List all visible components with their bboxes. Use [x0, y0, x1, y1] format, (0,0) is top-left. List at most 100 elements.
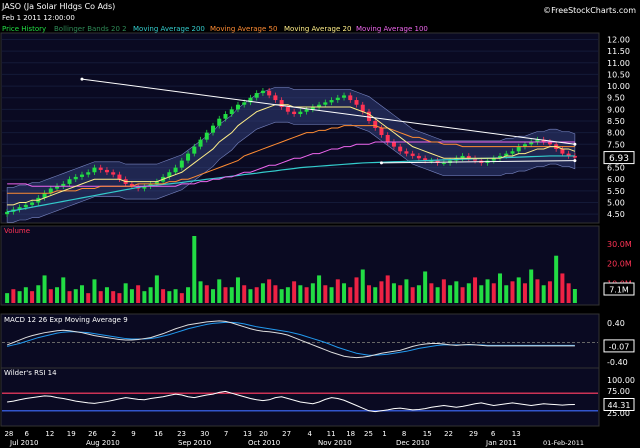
candle-body: [104, 169, 109, 173]
volume-bar: [36, 285, 41, 303]
volume-bar: [267, 279, 272, 303]
volume-bar: [323, 285, 328, 303]
month-label: Jul 2010: [9, 439, 39, 447]
indicator-legend: Price History Bollinger Bands 20 2 Moving …: [2, 25, 428, 33]
x-tick-label: 23: [177, 430, 186, 438]
month-label: Sep 2010: [178, 439, 211, 447]
candle-body: [379, 128, 384, 135]
candle-body: [229, 109, 234, 115]
candle-body: [73, 176, 78, 180]
price-tick-label: 10.50: [607, 70, 630, 79]
volume-bar: [223, 287, 228, 303]
volume-bar: [55, 287, 60, 303]
candle-body: [329, 100, 334, 103]
x-tick-label: 11: [327, 430, 336, 438]
volume-bar: [354, 277, 359, 303]
month-label: Aug 2010: [86, 439, 120, 447]
chart-datetime: Feb 1 2011 12:00:00: [2, 14, 75, 22]
volume-bar: [547, 281, 552, 303]
month-label: Nov 2010: [318, 439, 352, 447]
legend-item: Bollinger Bands 20 2: [54, 25, 127, 33]
candle-body: [510, 151, 515, 154]
last-volume-label: 7.1M: [609, 286, 629, 295]
x-tick-label: 25: [364, 430, 373, 438]
price-tick-label: 10.00: [607, 82, 630, 91]
candle-body: [86, 172, 91, 175]
x-tick-label: 1: [382, 430, 386, 438]
volume-bar: [11, 289, 16, 303]
x-tick-label: 4: [307, 430, 312, 438]
candle-body: [235, 104, 240, 110]
candle-body: [373, 121, 378, 128]
volume-bar: [254, 287, 259, 303]
candle-body: [23, 204, 28, 208]
price-tick-label: 9.00: [607, 105, 625, 114]
x-tick-label: 26: [88, 430, 97, 438]
candle-body: [304, 109, 309, 112]
rsi-panel: [0, 367, 600, 427]
volume-bar: [198, 281, 203, 303]
x-tick-label: 27: [282, 430, 291, 438]
volume-bar: [410, 287, 415, 303]
candle-body: [179, 160, 184, 168]
volume-bar: [5, 293, 10, 303]
price-tick-label: 12.00: [607, 35, 630, 44]
trendline-point: [573, 142, 577, 146]
volume-bar: [460, 287, 465, 303]
x-tick-label: 15: [423, 430, 432, 438]
x-tick-label: 30: [200, 430, 209, 438]
volume-bar: [30, 291, 35, 303]
volume-bar: [192, 236, 197, 303]
candle-body: [348, 95, 353, 101]
end-date-label: 01-Feb-2011: [543, 439, 584, 447]
volume-bar: [348, 287, 353, 303]
volume-bar: [154, 275, 159, 303]
month-label: Dec 2010: [396, 439, 430, 447]
candle-body: [560, 148, 565, 154]
x-tick-label: 16: [154, 430, 163, 438]
rsi-tick-label: 100.00: [607, 376, 635, 385]
volume-bar: [541, 285, 546, 303]
volume-bar: [522, 283, 527, 303]
x-tick-label: 20: [259, 430, 268, 438]
price-tick-label: 6.50: [607, 164, 625, 173]
volume-bar: [186, 287, 191, 303]
volume-bar: [466, 283, 471, 303]
price-tick-label: 5.50: [607, 187, 625, 196]
freestockcharts-brand[interactable]: ©FreeStockCharts.com: [543, 6, 636, 15]
candle-body: [242, 102, 247, 105]
volume-bar: [366, 285, 371, 303]
legend-item: Price History: [2, 25, 46, 33]
volume-label: Volume: [4, 227, 30, 235]
candle-body: [117, 174, 122, 180]
volume-bar: [48, 289, 53, 303]
volume-bar: [260, 283, 265, 303]
volume-bar: [179, 293, 184, 303]
candle-body: [354, 100, 359, 105]
volume-bar: [385, 275, 390, 303]
candle-body: [267, 90, 272, 96]
candle-body: [67, 179, 72, 184]
candle-body: [391, 141, 396, 147]
month-label: Oct 2010: [248, 439, 280, 447]
candle-body: [111, 172, 116, 175]
price-tick-label: 6.00: [607, 175, 625, 184]
price-tick-label: 5.00: [607, 199, 625, 208]
candle-body: [260, 90, 265, 94]
volume-bar: [235, 277, 240, 303]
volume-bar: [398, 285, 403, 303]
volume-bar: [61, 277, 66, 303]
rsi-tick-label: 75.00: [607, 387, 630, 396]
candle-body: [30, 202, 35, 205]
volume-bar: [248, 289, 253, 303]
candle-body: [173, 167, 178, 173]
volume-bar: [98, 291, 103, 303]
candle-body: [323, 102, 328, 105]
x-tick-label: 29: [469, 430, 478, 438]
price-tick-label: 8.00: [607, 129, 625, 138]
volume-bar: [129, 289, 134, 303]
candle-body: [416, 155, 421, 159]
volume-bar: [279, 289, 284, 303]
legend-item: Moving Average 200: [133, 25, 205, 33]
volume-bar: [479, 285, 484, 303]
